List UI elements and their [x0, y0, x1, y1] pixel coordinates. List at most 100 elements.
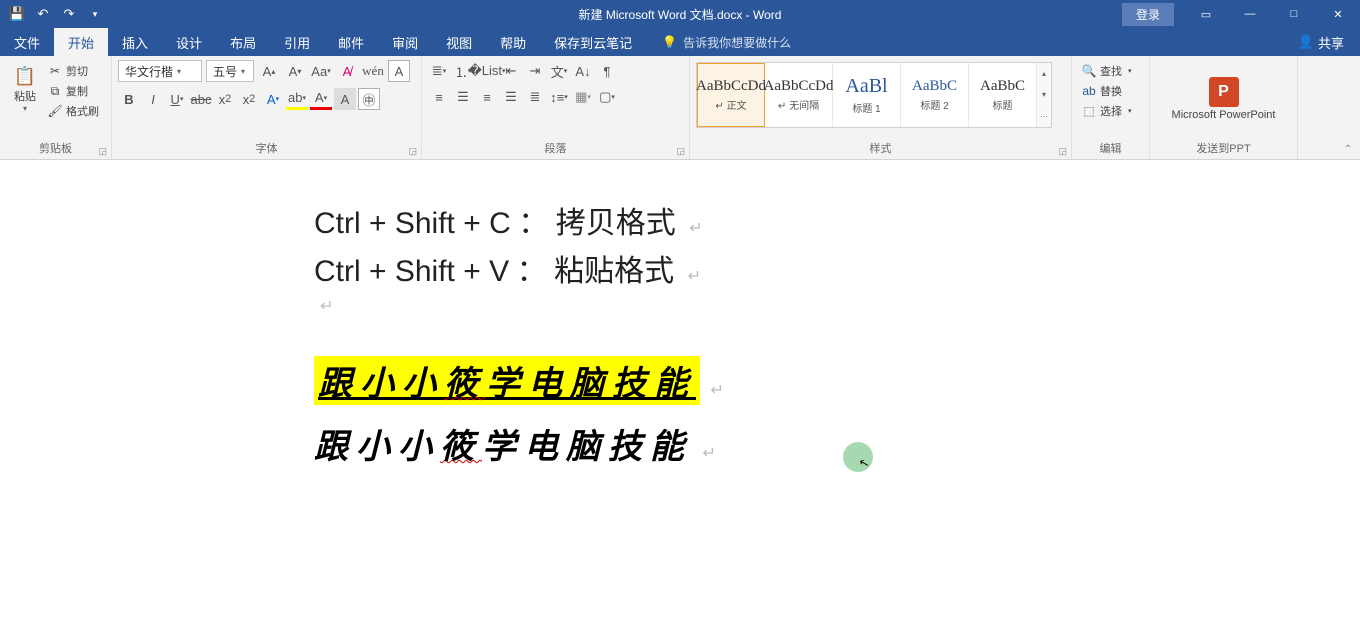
styles-more-icon[interactable]: ▴▾⋯ [1037, 63, 1051, 127]
tab-help[interactable]: 帮助 [486, 28, 540, 56]
style-item-normal[interactable]: AaBbCcDd↵ 正文 [697, 63, 765, 127]
replace-button[interactable]: ab替换 [1078, 82, 1136, 100]
search-icon: 💡 [662, 35, 677, 49]
change-case-icon[interactable]: Aa▾ [310, 60, 332, 82]
tab-view[interactable]: 视图 [432, 28, 486, 56]
group-clipboard: 📋 粘贴 ▾ ✂剪切 ⧉复制 🖌格式刷 剪贴板◲ [0, 56, 112, 159]
dialog-launcher-icon[interactable]: ◲ [1058, 146, 1067, 157]
highlighted-text-line[interactable]: 跟小小筱学电脑技能 ↵ [314, 356, 1300, 405]
font-size-combo[interactable]: 五号▾ [206, 60, 254, 82]
style-item-heading2[interactable]: AaBbC标题 2 [901, 63, 969, 127]
powerpoint-button-label[interactable]: Microsoft PowerPoint [1172, 109, 1276, 121]
cut-button[interactable]: ✂ 剪切 [44, 62, 103, 80]
file-tab[interactable]: 文件 [0, 28, 54, 56]
align-left-icon[interactable]: ≡ [428, 86, 450, 108]
bold-icon[interactable]: B [118, 88, 140, 110]
style-item-no-spacing[interactable]: AaBbCcDd↵ 无间隔 [765, 63, 833, 127]
maximize-icon[interactable]: □ [1272, 0, 1316, 28]
tab-review[interactable]: 审阅 [378, 28, 432, 56]
tab-home[interactable]: 开始 [54, 28, 108, 56]
style-item-heading1[interactable]: AaBl标题 1 [833, 63, 901, 127]
borders-icon[interactable]: ▢▾ [596, 86, 618, 108]
qat-customize-icon[interactable]: ▾ [84, 3, 106, 25]
increase-indent-icon[interactable]: ⇥ [524, 60, 546, 82]
enclose-characters-icon[interactable]: ㊥ [358, 88, 380, 110]
character-border-icon[interactable]: A [388, 60, 410, 82]
share-button[interactable]: 👤 共享 [1282, 28, 1360, 56]
clear-formatting-icon[interactable]: A̸ [336, 60, 358, 82]
align-right-icon[interactable]: ≡ [476, 86, 498, 108]
style-item-title[interactable]: AaBbC标题 [969, 63, 1037, 127]
share-icon: 👤 [1298, 34, 1314, 50]
shading-icon[interactable]: ▦▾ [572, 86, 594, 108]
highlight-icon[interactable]: ab▾ [286, 88, 308, 110]
show-hide-marks-icon[interactable]: ¶ [596, 60, 618, 82]
line-spacing-icon[interactable]: ↕≡▾ [548, 86, 570, 108]
tab-mailings[interactable]: 邮件 [324, 28, 378, 56]
quick-access-toolbar: 💾 ↶ ↷ ▾ [0, 3, 106, 25]
font-group-label: 字体◲ [112, 138, 421, 159]
phonetic-guide-icon[interactable]: wén [362, 60, 384, 82]
powerpoint-icon[interactable]: P [1209, 77, 1239, 107]
paste-button[interactable]: 📋 粘贴 ▾ [6, 60, 44, 113]
login-button[interactable]: 登录 [1122, 3, 1174, 26]
tab-insert[interactable]: 插入 [108, 28, 162, 56]
group-send-to-ppt: P Microsoft PowerPoint 发送到PPT [1150, 56, 1298, 159]
dialog-launcher-icon[interactable]: ◲ [676, 146, 685, 157]
select-button[interactable]: ⬚选择▾ [1078, 102, 1136, 120]
ribbon-tabs: 文件 开始 插入 设计 布局 引用 邮件 审阅 视图 帮助 保存到云笔记 💡 告… [0, 28, 1360, 56]
ribbon: 📋 粘贴 ▾ ✂剪切 ⧉复制 🖌格式刷 剪贴板◲ 华文行楷▾ 五号▾ A▴ A▾… [0, 56, 1360, 160]
paragraph-mark-icon: ↵ [688, 268, 701, 285]
tab-save-to-cloud-note[interactable]: 保存到云笔记 [540, 28, 646, 56]
paragraph-group-label: 段落◲ [422, 138, 689, 159]
cut-icon: ✂ [48, 64, 62, 78]
find-button[interactable]: 🔍查找▾ [1078, 62, 1136, 80]
format-painter-button[interactable]: 🖌格式刷 [44, 102, 103, 120]
cut-label: 剪切 [66, 63, 88, 79]
dialog-launcher-icon[interactable]: ◲ [408, 146, 417, 157]
strikethrough-icon[interactable]: abc [190, 88, 212, 110]
minimize-icon[interactable]: — [1228, 0, 1272, 28]
italic-icon[interactable]: I [142, 88, 164, 110]
plain-text-line[interactable]: 跟小小筱学电脑技能 ↵ [314, 419, 1300, 468]
paste-icon: 📋 [13, 64, 37, 88]
tab-design[interactable]: 设计 [162, 28, 216, 56]
font-name-combo[interactable]: 华文行楷▾ [118, 60, 202, 82]
document-area[interactable]: Ctrl + Shift + C ： 拷贝格式 ↵ Ctrl + Shift +… [0, 160, 1360, 642]
dialog-launcher-icon[interactable]: ◲ [98, 146, 107, 157]
text-effects-icon[interactable]: A▾ [262, 88, 284, 110]
bullets-icon[interactable]: ≣▾ [428, 60, 450, 82]
align-center-icon[interactable]: ☰ [452, 86, 474, 108]
paragraph-mark-icon: ↵ [689, 220, 702, 237]
asian-layout-icon[interactable]: 文▾ [548, 60, 570, 82]
collapse-ribbon-icon[interactable]: ⌃ [1344, 144, 1352, 155]
undo-icon[interactable]: ↶ [32, 3, 54, 25]
tab-layout[interactable]: 布局 [216, 28, 270, 56]
underline-icon[interactable]: U▾ [166, 88, 188, 110]
character-shading-icon[interactable]: A [334, 88, 356, 110]
distributed-icon[interactable]: ≣ [524, 86, 546, 108]
decrease-font-icon[interactable]: A▾ [284, 60, 306, 82]
subscript-icon[interactable]: x2 [214, 88, 236, 110]
find-icon: 🔍 [1082, 64, 1096, 78]
copy-button[interactable]: ⧉复制 [44, 82, 103, 100]
chevron-down-icon: ▾ [1128, 107, 1132, 115]
text-line[interactable]: Ctrl + Shift + V ： 粘贴格式 ↵ [314, 248, 1300, 296]
paragraph-mark-icon: ↵ [702, 445, 715, 462]
redo-icon[interactable]: ↷ [58, 3, 80, 25]
decrease-indent-icon[interactable]: ⇤ [500, 60, 522, 82]
sort-icon[interactable]: A↓ [572, 60, 594, 82]
ribbon-display-icon[interactable]: ▭ [1184, 0, 1228, 28]
justify-icon[interactable]: ☰ [500, 86, 522, 108]
tell-me-search[interactable]: 💡 告诉我你想要做什么 [662, 28, 791, 56]
select-icon: ⬚ [1082, 104, 1096, 118]
styles-gallery[interactable]: AaBbCcDd↵ 正文 AaBbCcDd↵ 无间隔 AaBl标题 1 AaBb… [696, 62, 1052, 128]
text-line[interactable]: Ctrl + Shift + C ： 拷贝格式 ↵ [314, 200, 1300, 248]
increase-font-icon[interactable]: A▴ [258, 60, 280, 82]
font-color-icon[interactable]: A▾ [310, 88, 332, 110]
multilevel-list-icon[interactable]: �List▾ [476, 60, 498, 82]
tab-references[interactable]: 引用 [270, 28, 324, 56]
close-icon[interactable]: ✕ [1316, 0, 1360, 28]
superscript-icon[interactable]: x2 [238, 88, 260, 110]
save-icon[interactable]: 💾 [6, 3, 28, 25]
